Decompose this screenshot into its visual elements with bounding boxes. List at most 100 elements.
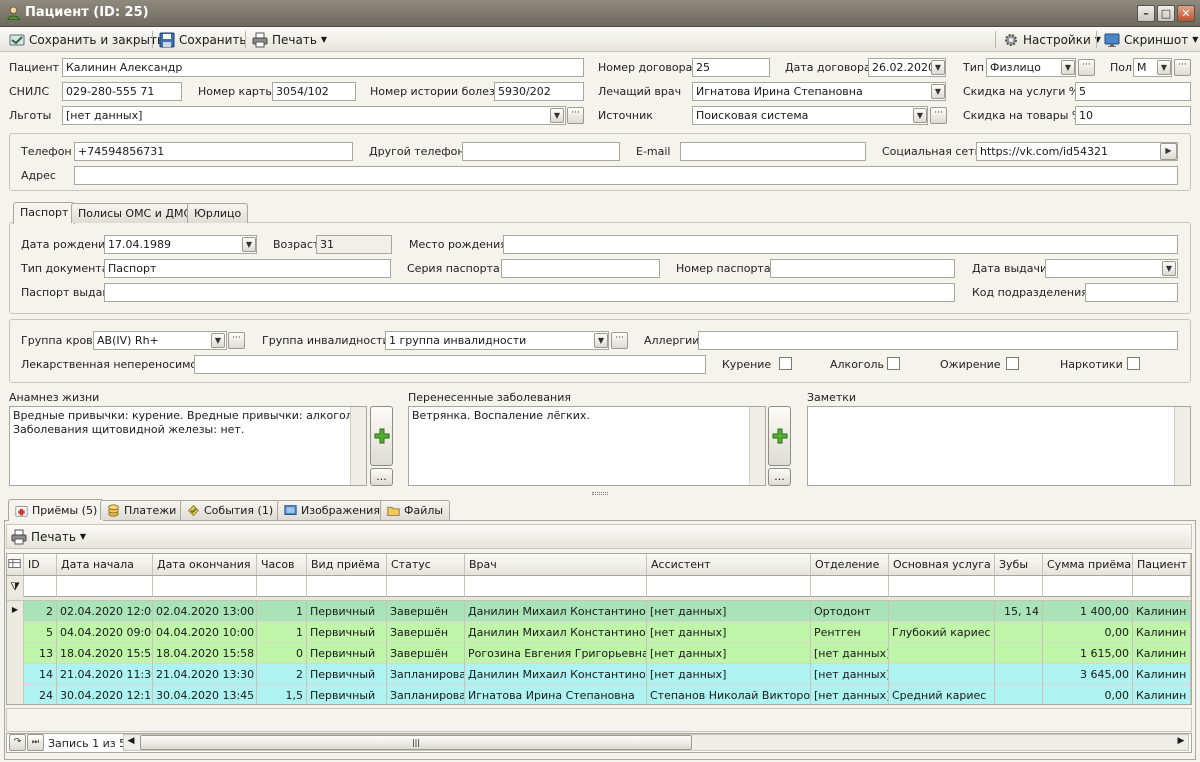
source-field[interactable]: Поисковая система — [692, 106, 928, 125]
filter-cell[interactable] — [1133, 576, 1191, 597]
column-header[interactable]: Отделение — [811, 554, 889, 575]
open-link-button[interactable]: ▶ — [1160, 143, 1177, 160]
alcohol-checkbox[interactable] — [887, 357, 900, 370]
filter-cell[interactable] — [1043, 576, 1133, 597]
screenshot-button[interactable]: Скриншот ▼ — [1104, 30, 1198, 49]
scrollbar-thumb[interactable]: ||| — [140, 735, 692, 750]
filter-icon[interactable]: ⧩ — [7, 576, 24, 597]
disability-field[interactable]: 1 группа инвалидности — [385, 331, 609, 350]
issued-by-field[interactable] — [104, 283, 955, 302]
column-header[interactable]: ID — [24, 554, 57, 575]
row-indicator[interactable] — [7, 664, 24, 685]
notes-memo[interactable] — [807, 406, 1191, 486]
filter-cell[interactable] — [57, 576, 153, 597]
table-row[interactable]: 24 30.04.2020 12:15 30.04.2020 13:45 1,5 Пер… — [7, 685, 1191, 704]
disability-dropdown-button[interactable]: ▼ — [594, 333, 608, 348]
type-dropdown-button[interactable]: ▼ — [1061, 60, 1075, 75]
intolerance-field[interactable] — [194, 355, 706, 374]
passport-series-field[interactable] — [501, 259, 660, 278]
filter-cell[interactable] — [465, 576, 647, 597]
issue-date-field[interactable] — [1045, 259, 1178, 278]
close-button[interactable]: ✕ — [1177, 5, 1195, 22]
table-row[interactable]: 5 04.04.2020 09:00 04.04.2020 10:00 1 Первич… — [7, 622, 1191, 643]
issue-date-dropdown-button[interactable]: ▼ — [1162, 261, 1176, 276]
column-chooser-icon[interactable] — [7, 554, 24, 575]
benefits-dropdown-button[interactable]: ▼ — [550, 108, 564, 123]
tab-policies[interactable]: Полисы ОМС и ДМС — [71, 203, 199, 223]
row-indicator[interactable]: ▶ — [7, 601, 24, 622]
column-header[interactable]: Ассистент — [647, 554, 811, 575]
source-more-button[interactable]: ··· — [930, 107, 947, 124]
phone2-field[interactable] — [462, 142, 620, 161]
contract-number-field[interactable]: 25 — [692, 58, 770, 77]
table-row[interactable]: 14 21.04.2020 11:30 21.04.2020 13:30 2 Перви… — [7, 664, 1191, 685]
blood-group-more-button[interactable]: ··· — [228, 332, 245, 349]
scroll-left-icon[interactable]: ◀ — [123, 734, 139, 751]
minimize-button[interactable]: – — [1137, 5, 1155, 22]
email-field[interactable] — [680, 142, 866, 161]
social-field[interactable]: https://vk.com/id54321 — [976, 142, 1178, 161]
diseases-scrollbar[interactable] — [749, 407, 765, 485]
diseases-more-button[interactable]: ... — [768, 468, 791, 486]
column-header[interactable]: Дата окончания — [153, 554, 257, 575]
filter-cell[interactable] — [889, 576, 995, 597]
birth-date-dropdown-button[interactable]: ▼ — [242, 237, 256, 252]
column-header[interactable]: Основная услуга — [889, 554, 995, 575]
grid-print-button[interactable]: Печать ▼ — [11, 527, 86, 546]
filter-cell[interactable] — [153, 576, 257, 597]
discount-goods-field[interactable]: 10 — [1075, 106, 1191, 125]
print-button[interactable]: Печать ▼ — [252, 30, 327, 49]
filter-cell[interactable] — [647, 576, 811, 597]
anamnesis-memo[interactable]: Вредные привычки: курение. Вредные привы… — [9, 406, 367, 486]
department-code-field[interactable] — [1085, 283, 1178, 302]
filter-cell[interactable] — [257, 576, 307, 597]
blood-group-dropdown-button[interactable]: ▼ — [211, 333, 225, 348]
tab-visits[interactable]: Приёмы (5) — [8, 499, 105, 521]
save-button[interactable]: Сохранить — [159, 30, 247, 49]
filter-cell[interactable] — [387, 576, 465, 597]
doctor-dropdown-button[interactable]: ▼ — [931, 84, 945, 99]
history-number-field[interactable]: 5930/202 — [494, 82, 584, 101]
table-row[interactable]: ▶ 2 02.04.2020 12:00 02.04.2020 13:00 1 Перви… — [7, 601, 1191, 622]
blood-group-field[interactable]: AB(IV) Rh+ — [93, 331, 227, 350]
filter-cell[interactable] — [24, 576, 57, 597]
anamnesis-more-button[interactable]: ... — [370, 468, 393, 486]
patient-name-field[interactable]: Калинин Александр — [62, 58, 584, 77]
tab-events[interactable]: События (1) — [180, 500, 281, 520]
tab-passport[interactable]: Паспорт — [13, 202, 76, 224]
splitter-handle[interactable] — [592, 492, 608, 495]
tab-images[interactable]: Изображения — [277, 500, 387, 520]
table-row[interactable]: 13 18.04.2020 15:58 18.04.2020 15:58 0 Перви… — [7, 643, 1191, 664]
benefits-field[interactable]: [нет данных] — [62, 106, 566, 125]
snils-field[interactable]: 029-280-555 71 — [62, 82, 182, 101]
notes-scrollbar[interactable] — [1174, 407, 1190, 485]
row-indicator[interactable] — [7, 643, 24, 664]
contract-date-dropdown-button[interactable]: ▼ — [931, 60, 945, 75]
tab-legal-entity[interactable]: Юрлицо — [187, 203, 249, 223]
anamnesis-scrollbar[interactable] — [350, 407, 366, 485]
sex-dropdown-button[interactable]: ▼ — [1157, 60, 1171, 75]
diseases-add-button[interactable] — [768, 406, 791, 466]
filter-cell[interactable] — [307, 576, 387, 597]
sex-more-button[interactable]: ··· — [1174, 59, 1191, 76]
doctor-field[interactable]: Игнатова Ирина Степановна — [692, 82, 946, 101]
column-header[interactable]: Зубы — [995, 554, 1043, 575]
phone-field[interactable]: +74594856731 — [74, 142, 353, 161]
passport-number-field[interactable] — [770, 259, 955, 278]
allergy-field[interactable] — [698, 331, 1178, 350]
settings-button[interactable]: Настройки ▼ — [1003, 30, 1101, 49]
type-more-button[interactable]: ··· — [1078, 59, 1095, 76]
card-number-field[interactable]: 3054/102 — [272, 82, 356, 101]
drugs-checkbox[interactable] — [1127, 357, 1140, 370]
discount-services-field[interactable]: 5 — [1075, 82, 1191, 101]
scroll-right-icon[interactable]: ▶ — [1173, 734, 1189, 751]
tab-files[interactable]: Файлы — [380, 500, 451, 520]
anamnesis-add-button[interactable] — [370, 406, 393, 466]
birth-date-field[interactable]: 17.04.1989 — [104, 235, 257, 254]
column-header[interactable]: Вид приёма — [307, 554, 387, 575]
save-close-button[interactable]: Сохранить и закрыть — [9, 30, 164, 49]
smoking-checkbox[interactable] — [779, 357, 792, 370]
column-header[interactable]: Часов — [257, 554, 307, 575]
column-header[interactable]: Врач — [465, 554, 647, 575]
source-dropdown-button[interactable]: ▼ — [913, 108, 927, 123]
